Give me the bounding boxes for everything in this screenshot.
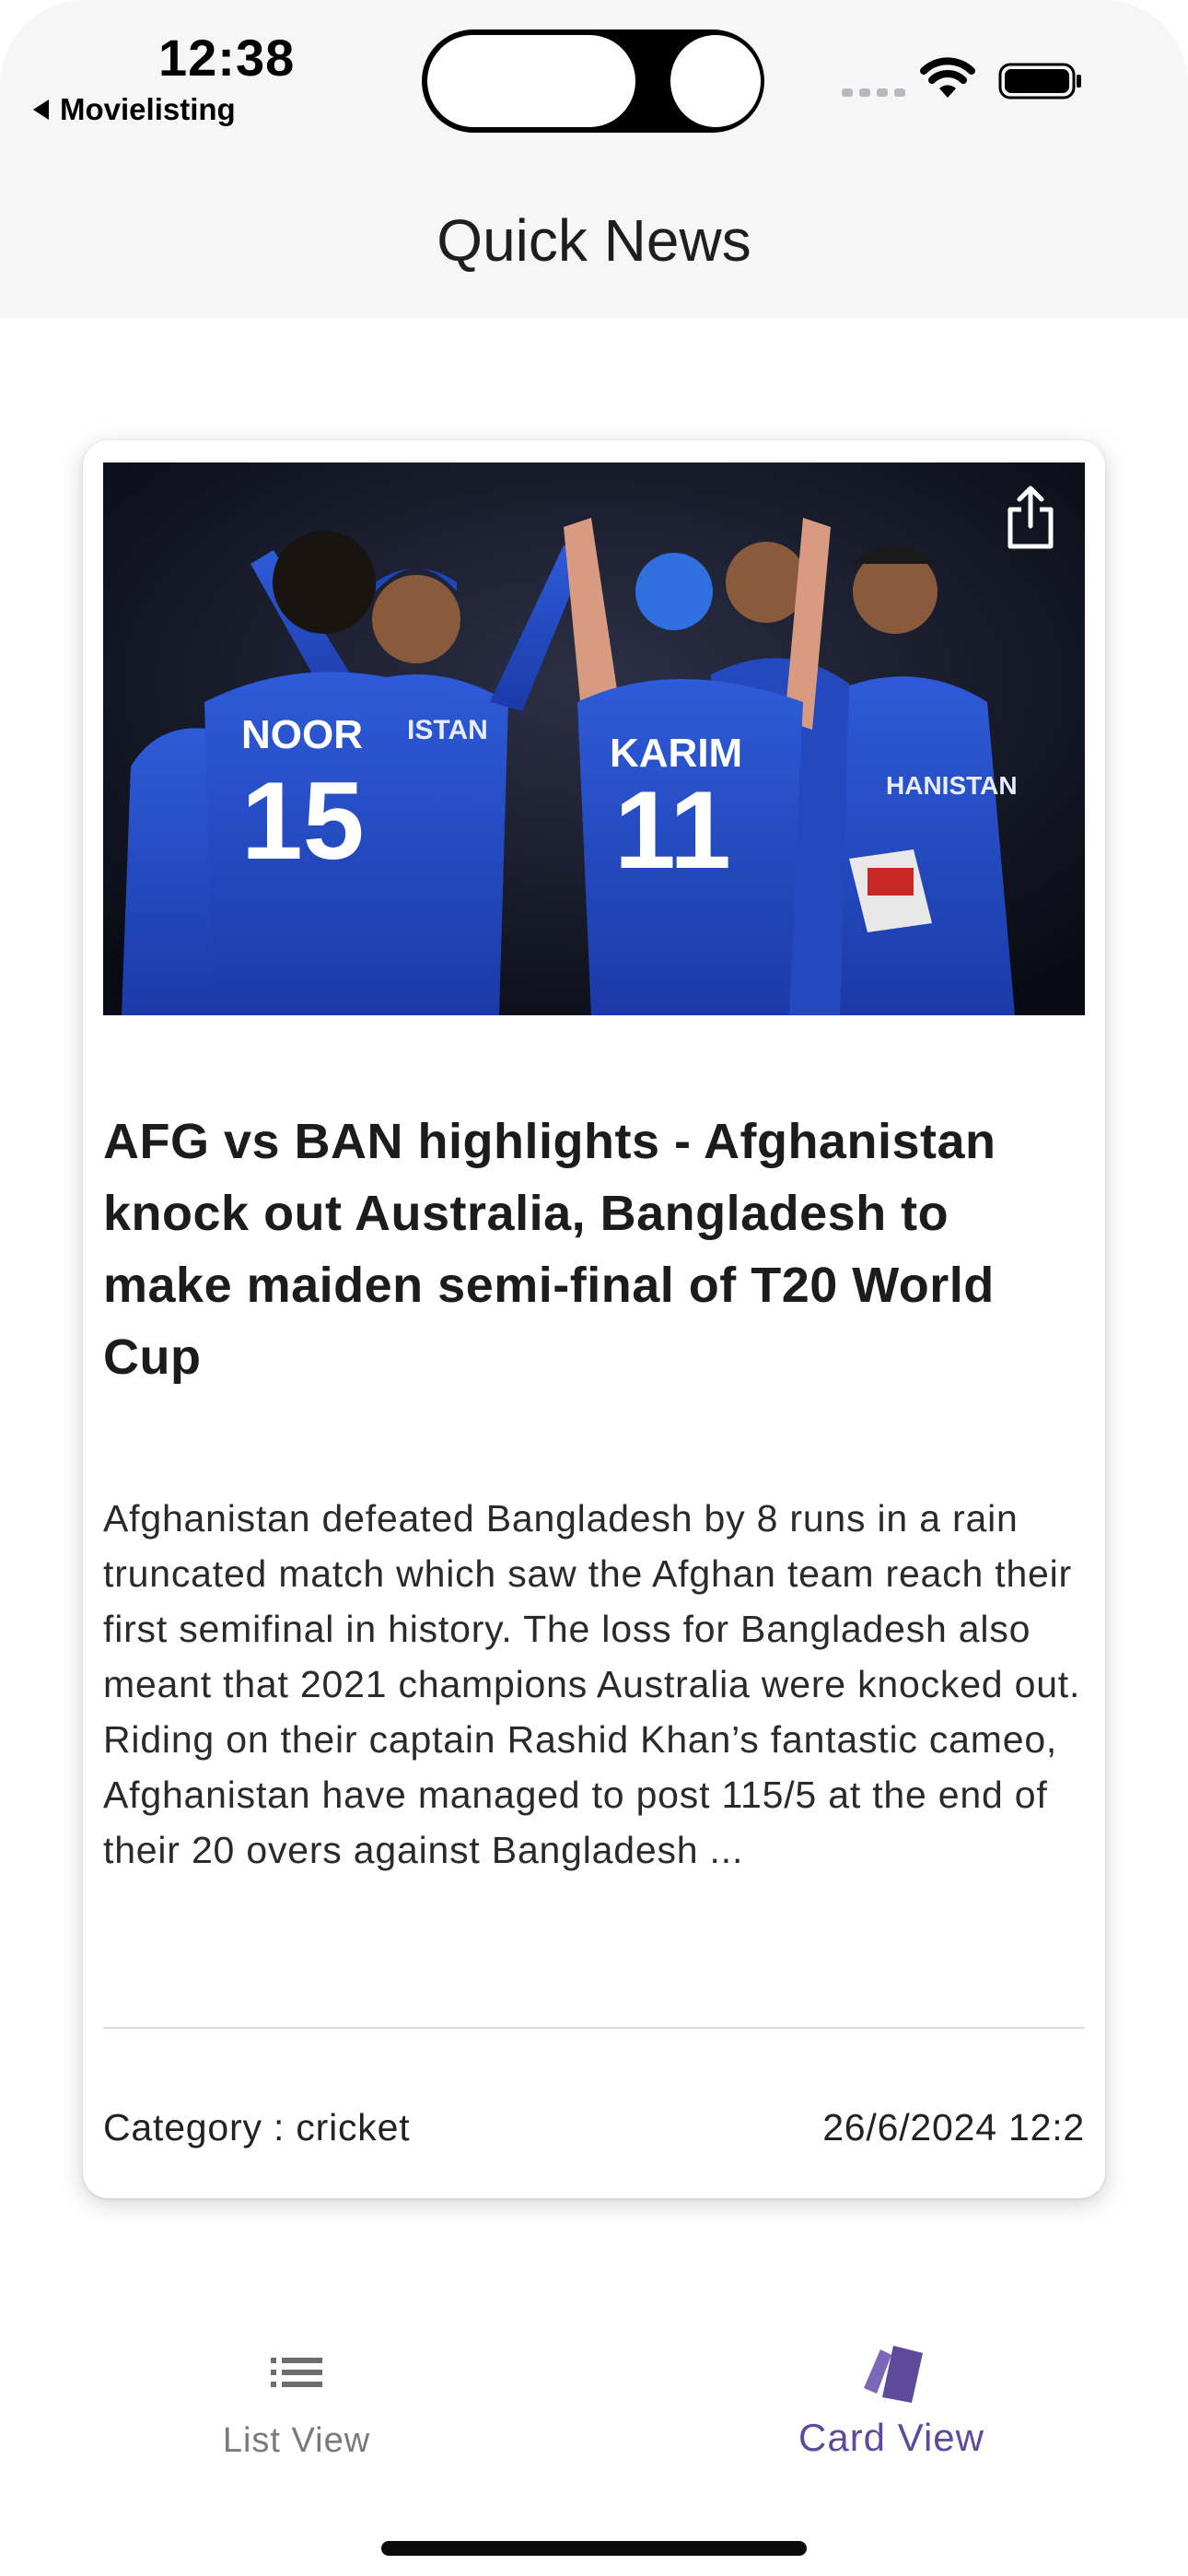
tab-card-view[interactable]: Card View bbox=[707, 2340, 1076, 2460]
news-timestamp: 26/6/2024 12:2 bbox=[822, 2106, 1085, 2149]
wifi-icon bbox=[920, 57, 975, 98]
tab-list-view-label: List View bbox=[222, 2421, 371, 2460]
jersey-number-15: 15 bbox=[241, 759, 364, 883]
card-divider bbox=[103, 2027, 1085, 2029]
battery-icon bbox=[998, 63, 1081, 100]
page-title: Quick News bbox=[437, 207, 751, 274]
back-to-app-link[interactable]: Movielisting bbox=[33, 92, 236, 127]
news-image[interactable]: NOOR 15 KARIM 11 ISTAN HANISTAN bbox=[103, 463, 1085, 1015]
back-app-label: Movielisting bbox=[60, 92, 236, 126]
news-summary: Afghanistan defeated Bangladesh by 8 run… bbox=[103, 1497, 1081, 1871]
share-icon bbox=[1007, 486, 1054, 549]
dynamic-island bbox=[422, 29, 764, 133]
cards-icon bbox=[864, 2346, 923, 2403]
island-pill bbox=[427, 35, 635, 127]
home-indicator[interactable] bbox=[381, 2541, 807, 2556]
news-headline[interactable]: AFG vs BAN highlights - Afghanistan knoc… bbox=[103, 1106, 1085, 1393]
list-icon bbox=[271, 2358, 322, 2387]
players-illustration: NOOR 15 KARIM 11 ISTAN HANISTAN bbox=[103, 463, 1085, 1015]
cellular-signal-icon bbox=[842, 88, 905, 97]
status-time: 12:38 bbox=[158, 29, 296, 87]
news-category: Category : cricket bbox=[103, 2106, 411, 2149]
tab-card-view-label: Card View bbox=[798, 2416, 984, 2459]
island-dot bbox=[670, 35, 761, 127]
news-card[interactable]: NOOR 15 KARIM 11 ISTAN HANISTAN AFG vs B… bbox=[83, 440, 1105, 2198]
share-button[interactable] bbox=[998, 481, 1063, 555]
jersey-text-istan: ISTAN bbox=[407, 715, 488, 745]
jersey-number-11: 11 bbox=[614, 768, 731, 892]
back-arrow-icon bbox=[33, 100, 49, 120]
tab-list-view[interactable]: List View bbox=[112, 2340, 481, 2461]
app-header: 12:38 Movielisting Quick News bbox=[0, 0, 1188, 318]
jersey-name-noor: NOOR bbox=[241, 712, 363, 757]
jersey-text-hanistan: HANISTAN bbox=[886, 771, 1018, 800]
